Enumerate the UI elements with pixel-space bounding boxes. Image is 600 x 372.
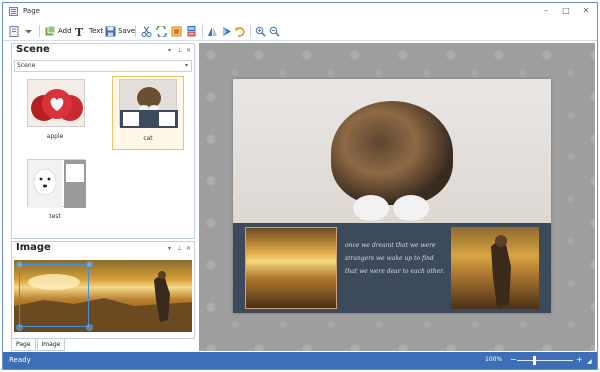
export-button[interactable] <box>171 23 184 39</box>
status-text: Ready <box>9 356 31 364</box>
save-button[interactable]: Save <box>105 23 135 39</box>
zoom-out-button[interactable] <box>269 23 282 39</box>
cut-icon <box>141 25 152 37</box>
rotate-button[interactable] <box>235 23 248 39</box>
refresh-button[interactable] <box>156 23 169 39</box>
zoom-slider[interactable] <box>517 360 573 361</box>
sunset-photo-left[interactable] <box>245 227 337 309</box>
add-icon <box>45 25 56 37</box>
app-window: Page – □ ✕ Add T Text Save Scene ▾ ⊥ ✕ S… <box>2 2 598 370</box>
app-icon <box>9 7 18 16</box>
apple-thumbnail <box>27 79 85 127</box>
export-icon <box>171 26 182 37</box>
page-button[interactable] <box>9 23 22 39</box>
title-bar: Page – □ ✕ <box>3 3 597 21</box>
zoom-in-icon <box>255 26 266 37</box>
rotate-icon <box>235 26 246 37</box>
canvas-area[interactable]: once we dreamt that we were strangers we… <box>199 43 595 351</box>
page-dropdown[interactable] <box>23 23 36 39</box>
image-panel: Image ▾ ⊥ ✕ <box>11 241 195 339</box>
add-button[interactable]: Add <box>45 23 72 39</box>
cat-figure <box>331 101 453 205</box>
page-canvas[interactable]: once we dreamt that we were strangers we… <box>233 79 551 313</box>
dropdown-icon <box>23 26 34 37</box>
tab-image[interactable]: Image <box>36 339 66 351</box>
crop-selection[interactable] <box>19 264 89 327</box>
text-icon: T <box>75 26 87 39</box>
layers-icon <box>186 25 197 37</box>
layers-button[interactable] <box>186 23 199 39</box>
maximize-button[interactable]: □ <box>559 5 573 17</box>
refresh-icon <box>156 24 167 38</box>
image-preview[interactable] <box>14 260 192 332</box>
status-bar: Ready 100% − + ◢ <box>3 352 597 369</box>
scene-item-label: test <box>49 213 61 220</box>
page-icon <box>9 25 20 37</box>
crop-handle-top-left[interactable] <box>16 261 23 268</box>
crop-handle-bottom-right[interactable] <box>86 324 93 331</box>
chevron-down-icon: ▾ <box>184 62 188 69</box>
minimize-button[interactable]: – <box>539 5 553 17</box>
flip-icon <box>207 26 218 37</box>
scene-item-test[interactable]: test <box>22 156 88 226</box>
zoom-out-status-button[interactable]: − <box>510 355 517 364</box>
scene-panel-pin-button[interactable]: ⊥ <box>177 47 182 54</box>
toolbar: Add T Text Save <box>3 21 597 41</box>
test-thumbnail <box>27 159 86 208</box>
scene-item-label: cat <box>143 135 153 142</box>
add-label: Add <box>58 27 72 35</box>
crop-handle-bottom-left[interactable] <box>16 324 23 331</box>
svg-text:T: T <box>75 26 84 37</box>
scene-item-cat[interactable]: cat <box>112 76 184 150</box>
scene-panel: Scene ▾ ⊥ ✕ Scene ▾ apple cat test <box>11 43 195 239</box>
save-icon <box>105 26 116 37</box>
image-panel-menu-button[interactable]: ▾ <box>168 245 171 252</box>
page-script-text[interactable]: once we dreamt that we were strangers we… <box>345 239 445 278</box>
cat-paw-right <box>393 195 429 221</box>
panel-tabs: Page Image <box>11 339 66 351</box>
scene-selector-value: Scene <box>17 62 36 69</box>
scene-selector[interactable]: Scene ▾ <box>14 60 192 72</box>
scene-item-label: apple <box>46 133 64 140</box>
warrior-photo-right[interactable] <box>451 227 539 309</box>
cat-photo[interactable] <box>233 79 551 223</box>
zoom-level-text: 100% <box>485 356 503 363</box>
play-button[interactable] <box>221 23 234 39</box>
text-button[interactable]: T Text <box>75 23 103 39</box>
text-label: Text <box>89 27 104 35</box>
crop-handle-top-right[interactable] <box>86 261 93 268</box>
resize-grip-icon[interactable]: ◢ <box>587 358 592 365</box>
flip-button[interactable] <box>207 23 220 39</box>
scene-panel-title: Scene <box>16 44 50 55</box>
image-panel-pin-button[interactable]: ⊥ <box>177 245 182 252</box>
window-title: Page <box>23 7 40 15</box>
image-panel-title: Image <box>16 242 51 253</box>
zoom-out-icon <box>269 26 280 37</box>
zoom-in-button[interactable] <box>255 23 268 39</box>
zoom-in-status-button[interactable]: + <box>576 355 583 364</box>
scene-panel-header: Scene ▾ ⊥ ✕ <box>12 44 194 58</box>
zoom-slider-thumb[interactable] <box>533 356 536 365</box>
cut-button[interactable] <box>141 23 154 39</box>
image-panel-header: Image ▾ ⊥ ✕ <box>12 242 194 256</box>
cat-paw-left <box>353 195 389 221</box>
scene-item-apple[interactable]: apple <box>22 76 88 148</box>
play-icon <box>221 26 232 37</box>
close-button[interactable]: ✕ <box>579 5 593 17</box>
scene-panel-menu-button[interactable]: ▾ <box>168 47 171 54</box>
cat-thumbnail <box>119 79 178 128</box>
tab-page[interactable]: Page <box>11 339 36 351</box>
image-panel-close-button[interactable]: ✕ <box>186 245 191 252</box>
scene-panel-close-button[interactable]: ✕ <box>186 47 191 54</box>
save-label: Save <box>118 27 136 35</box>
